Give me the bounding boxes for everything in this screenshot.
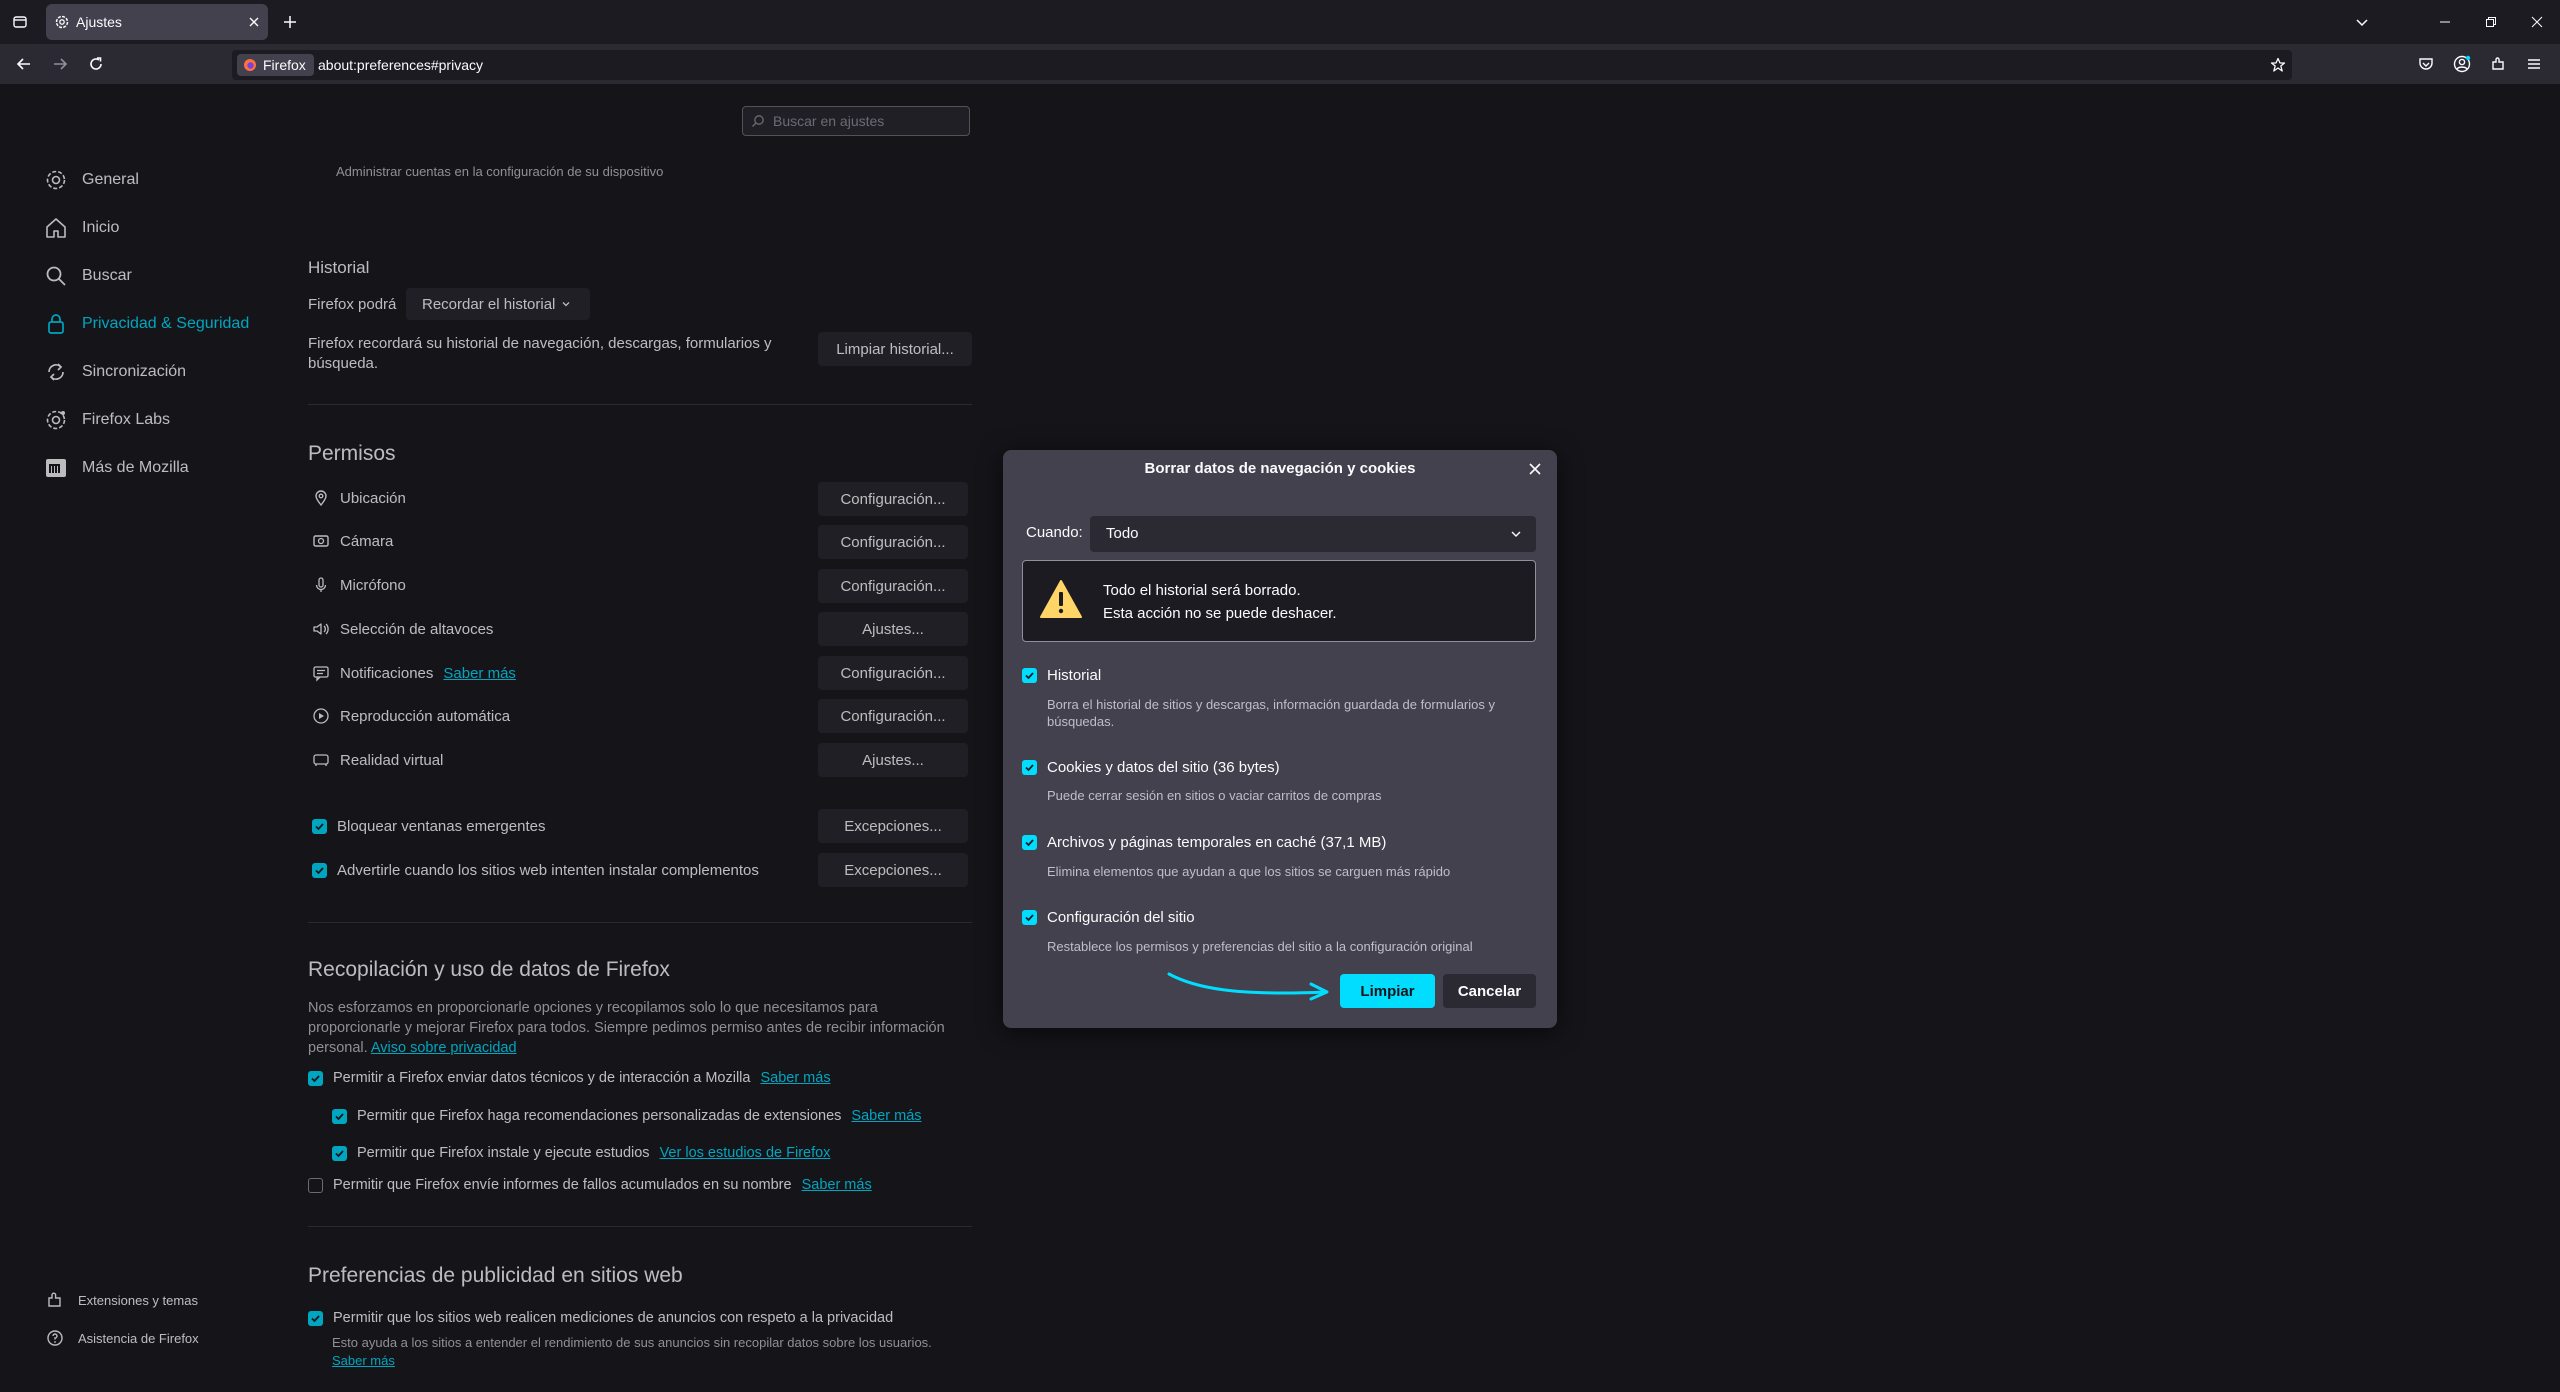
option-desc-line: búsquedas. — [1047, 714, 1115, 729]
option-history-description: Borra el historial de sitios y descargas… — [1047, 696, 1495, 730]
option-site-settings-row: Configuración del sitio — [1022, 905, 1195, 929]
dialog-title: Borrar datos de navegación y cookies — [1144, 460, 1416, 477]
warning-box: Todo el historial será borrado. Esta acc… — [1022, 560, 1536, 642]
pocket-icon[interactable] — [2412, 50, 2440, 78]
account-icon[interactable] — [2448, 50, 2476, 78]
when-value: Todo — [1106, 525, 1139, 542]
close-tab-icon[interactable] — [240, 8, 268, 36]
new-tab-icon[interactable] — [276, 8, 304, 36]
url-text[interactable]: about:preferences#privacy — [318, 57, 483, 73]
list-tabs-icon[interactable] — [2348, 8, 2376, 36]
warning-icon — [1039, 579, 1083, 619]
option-history-checkbox[interactable] — [1022, 667, 1037, 683]
cancel-button[interactable]: Cancelar — [1443, 974, 1536, 1008]
when-label: Cuando: — [1026, 524, 1083, 541]
option-desc-line: Borra el historial de sitios y descargas… — [1047, 697, 1495, 712]
tab-strip — [0, 0, 2560, 44]
option-cookies-checkbox[interactable] — [1022, 759, 1037, 775]
tab-title: Ajustes — [76, 14, 122, 30]
warning-line: Esta acción no se puede deshacer. — [1103, 605, 1337, 622]
option-site-settings-label: Configuración del sitio — [1047, 908, 1195, 926]
reload-icon[interactable] — [82, 50, 110, 78]
dialog-close-icon[interactable] — [1521, 455, 1549, 483]
when-select[interactable]: Todo — [1090, 516, 1536, 552]
firefox-logo-icon — [243, 58, 257, 72]
option-cache-description: Elimina elementos que ayudan a que los s… — [1047, 864, 1451, 879]
chevron-down-icon — [1510, 528, 1522, 540]
close-window-icon[interactable] — [2514, 0, 2560, 44]
option-site-settings-description: Restablece los permisos y preferencias d… — [1047, 939, 1473, 954]
url-bar[interactable] — [232, 50, 2292, 80]
menu-hamburger-icon[interactable] — [2520, 50, 2548, 78]
option-history-row: Historial — [1022, 663, 1101, 687]
gear-icon — [54, 14, 70, 30]
option-cookies-description: Puede cerrar sesión en sitios o vaciar c… — [1047, 788, 1382, 803]
option-history-label: Historial — [1047, 666, 1102, 684]
annotation-arrow — [1165, 970, 1335, 1004]
back-icon[interactable] — [10, 50, 38, 78]
option-cache-checkbox[interactable] — [1022, 834, 1037, 850]
clear-button[interactable]: Limpiar — [1340, 974, 1435, 1008]
restore-icon[interactable] — [2468, 0, 2514, 44]
warning-text: Todo el historial será borrado. Esta acc… — [1103, 579, 1337, 625]
forward-icon[interactable] — [46, 50, 74, 78]
option-cache-row: Archivos y páginas temporales en caché (… — [1022, 830, 1386, 854]
option-cookies-label: Cookies y datos del sitio (36 bytes) — [1047, 758, 1280, 776]
bookmark-star-icon[interactable] — [2264, 51, 2292, 79]
extensions-icon[interactable] — [2484, 50, 2512, 78]
option-cache-label: Archivos y páginas temporales en caché (… — [1047, 833, 1387, 851]
tab-overview-icon[interactable] — [6, 8, 34, 36]
option-site-settings-checkbox[interactable] — [1022, 909, 1037, 925]
warning-line: Todo el historial será borrado. — [1103, 582, 1301, 599]
minimize-icon[interactable] — [2422, 0, 2468, 44]
option-cookies-row: Cookies y datos del sitio (36 bytes) — [1022, 755, 1280, 779]
